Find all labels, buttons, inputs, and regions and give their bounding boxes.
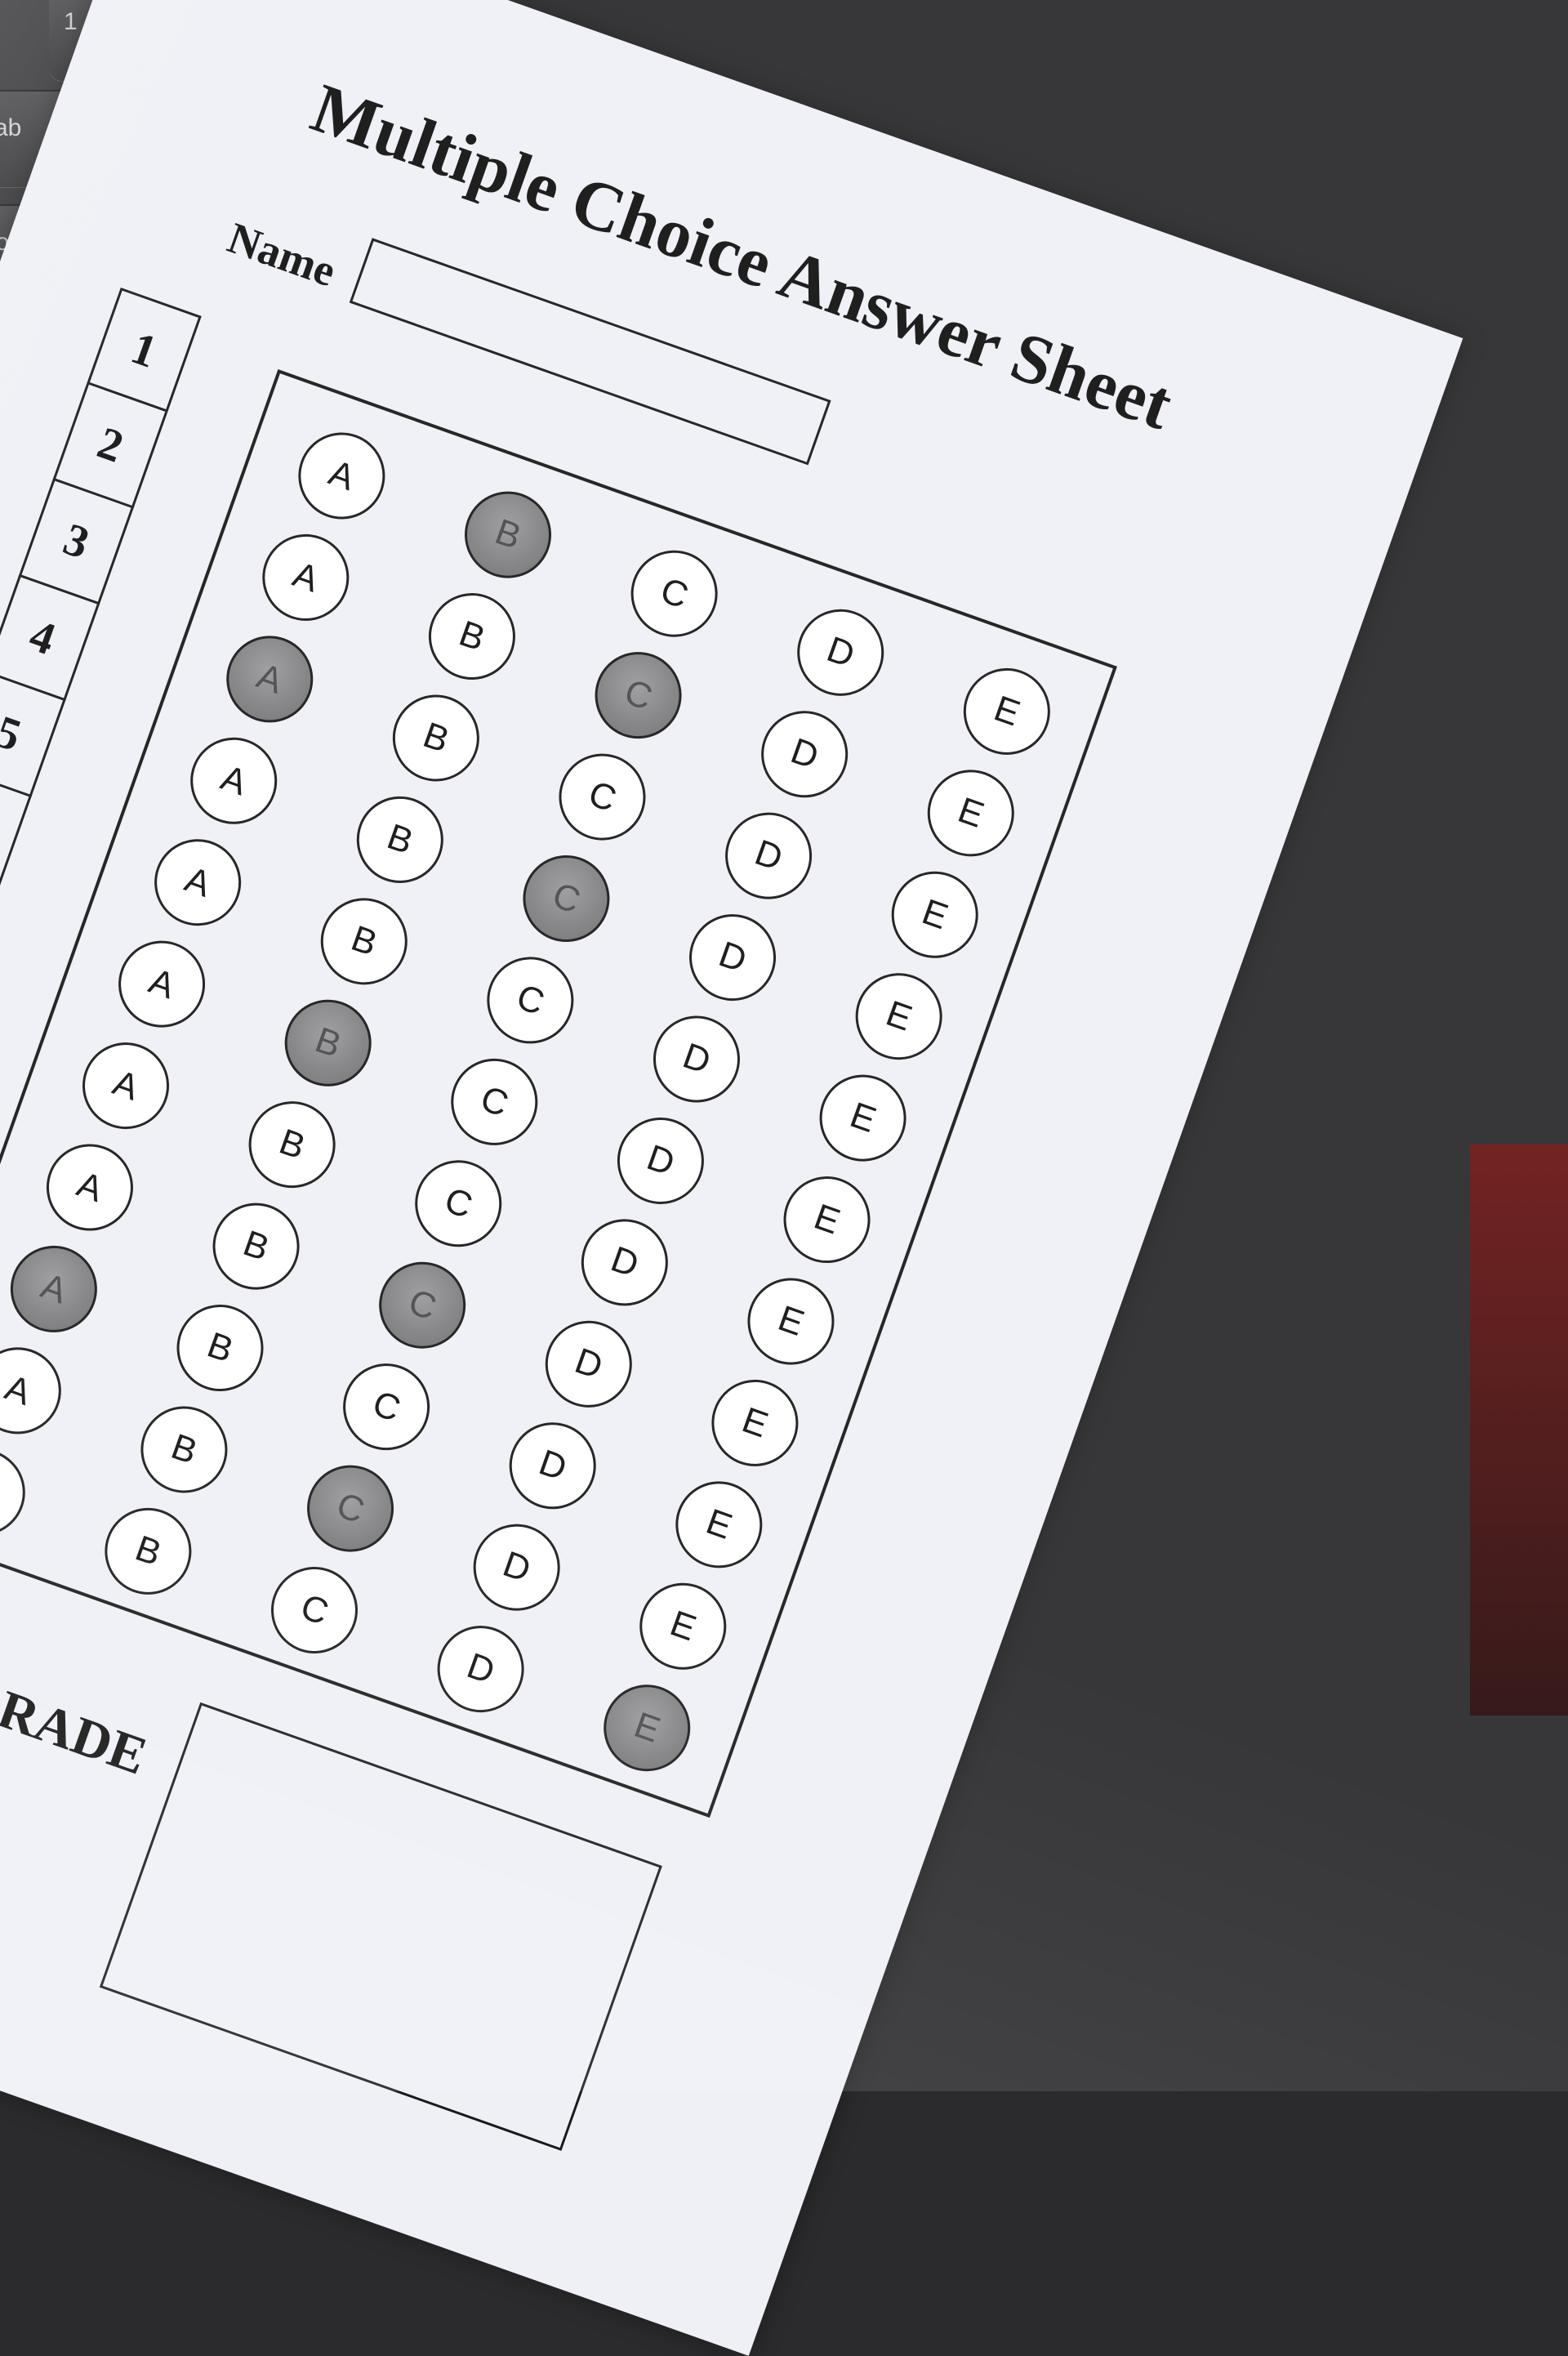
answer-bubble-a[interactable]: A <box>34 1131 145 1243</box>
answer-bubble-c[interactable]: C <box>618 538 730 649</box>
answer-bubble-a[interactable]: A <box>250 522 361 633</box>
answer-bubble-c[interactable]: C <box>582 640 694 751</box>
answer-bubble-b[interactable]: B <box>200 1190 312 1302</box>
answer-bubble-a[interactable]: A <box>0 1234 109 1345</box>
answer-bubble-b[interactable]: B <box>416 581 528 692</box>
answer-bubble-d[interactable]: D <box>533 1309 644 1420</box>
answer-bubble-e[interactable]: E <box>699 1368 811 1479</box>
answer-bubble-e[interactable]: E <box>771 1164 883 1275</box>
answer-bubble-d[interactable]: D <box>497 1410 608 1521</box>
answer-bubble-a[interactable]: A <box>214 623 325 735</box>
answer-bubble-c[interactable]: C <box>259 1555 370 1666</box>
answer-bubble-a[interactable]: A <box>0 1437 38 1548</box>
answer-bubble-d[interactable]: D <box>461 1512 572 1623</box>
answer-bubble-e[interactable]: E <box>951 656 1062 767</box>
answer-bubble-d[interactable]: D <box>641 1003 752 1115</box>
answer-bubble-c[interactable]: C <box>546 741 658 853</box>
answer-bubble-c[interactable]: C <box>367 1250 478 1361</box>
answer-bubble-c[interactable]: C <box>474 944 586 1056</box>
answer-bubble-d[interactable]: D <box>425 1613 537 1725</box>
answer-bubble-e[interactable]: E <box>735 1265 847 1377</box>
answer-bubble-d[interactable]: D <box>749 698 860 810</box>
answer-bubble-e[interactable]: E <box>627 1571 738 1682</box>
answer-bubble-b[interactable]: B <box>164 1292 276 1403</box>
answer-bubble-e[interactable]: E <box>807 1062 919 1174</box>
answer-bubble-c[interactable]: C <box>331 1351 442 1462</box>
answer-bubble-b[interactable]: B <box>92 1496 204 1607</box>
answer-bubble-d[interactable]: D <box>713 801 824 912</box>
answer-bubble-c[interactable]: C <box>510 843 622 954</box>
answer-bubble-c[interactable]: C <box>295 1452 406 1564</box>
answer-sheet: Multiple Choice Answer Sheet Name 123456… <box>0 0 1463 2356</box>
answer-bubble-a[interactable]: A <box>0 1335 74 1447</box>
answer-bubble-b[interactable]: B <box>381 682 492 794</box>
answer-bubble-a[interactable]: A <box>178 725 289 837</box>
answer-bubble-e[interactable]: E <box>843 961 955 1072</box>
answer-bubble-d[interactable]: D <box>677 902 788 1013</box>
answer-bubble-c[interactable]: C <box>439 1046 550 1158</box>
answer-bubble-c[interactable]: C <box>403 1148 514 1259</box>
grade-label: GRADE <box>0 1665 155 1787</box>
answer-bubble-b[interactable]: B <box>236 1089 348 1200</box>
answer-bubble-a[interactable]: A <box>106 928 217 1040</box>
answer-bubble-a[interactable]: A <box>286 420 398 532</box>
bubble-grid: ABCDEABCDEABCDEABCDEABCDEABCDEABCDEABCDE… <box>0 369 1117 1818</box>
answer-bubble-b[interactable]: B <box>452 479 564 591</box>
answer-bubble-d[interactable]: D <box>785 597 896 708</box>
answer-bubble-e[interactable]: E <box>915 757 1027 868</box>
answer-bubble-d[interactable]: D <box>605 1105 716 1216</box>
answer-bubble-e[interactable]: E <box>663 1469 774 1580</box>
answer-bubble-e[interactable]: E <box>591 1672 702 1783</box>
answer-bubble-a[interactable]: A <box>70 1030 181 1141</box>
answer-bubble-b[interactable]: B <box>345 784 456 895</box>
answer-bubble-d[interactable]: D <box>569 1207 680 1319</box>
answer-bubble-b[interactable]: B <box>273 988 384 1099</box>
answer-bubble-b[interactable]: B <box>128 1394 240 1506</box>
answer-bubble-a[interactable]: A <box>142 827 253 938</box>
red-folder-edge <box>1470 1144 1568 1716</box>
name-label: Name <box>221 212 342 297</box>
answer-bubble-e[interactable]: E <box>880 859 991 971</box>
answer-bubble-b[interactable]: B <box>309 886 420 997</box>
